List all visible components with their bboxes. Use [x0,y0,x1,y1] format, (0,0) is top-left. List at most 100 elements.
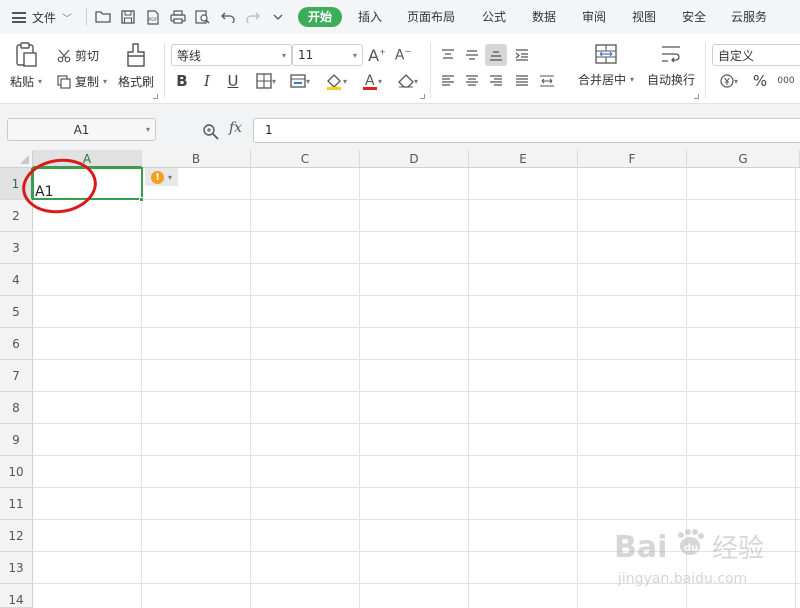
merge-center-label: 合并居中 [578,73,627,87]
row-header-4[interactable]: 4 [0,264,33,296]
align-right-icon[interactable] [485,70,507,92]
tab-page-layout[interactable]: 页面布局 [407,9,455,25]
column-header-c[interactable]: C [251,150,360,168]
column-header-e[interactable]: E [469,150,578,168]
align-bottom-icon[interactable] [485,44,507,66]
open-folder-icon[interactable] [95,9,111,25]
svg-text:A: A [365,73,375,89]
tab-security[interactable]: 安全 [682,9,706,25]
export-pdf-icon[interactable]: PDF [145,9,161,25]
fill-color-button[interactable]: ▾ [320,70,352,92]
row-header-13[interactable]: 13 [0,552,33,584]
row-header-8[interactable]: 8 [0,392,33,424]
tab-home[interactable]: 开始 [298,7,343,27]
row-header-14[interactable]: 14 [0,584,33,608]
name-box[interactable]: A1 ▾ [7,118,156,141]
row-header-10[interactable]: 10 [0,456,33,488]
column-header-b[interactable]: B [142,150,251,168]
borders-button[interactable]: ▾ [250,70,282,92]
clear-format-button[interactable]: ▾ [392,70,424,92]
ribbon-home: 粘贴 ▾ 剪切 复制 ▾ 格式刷 等线 ▾ 11 ▾ A+ A− B I U ▾… [0,34,800,104]
gridline [33,295,800,296]
row-header-7[interactable]: 7 [0,360,33,392]
decrease-font-size-icon[interactable]: A− [392,44,414,66]
row-header-2[interactable]: 2 [0,200,33,232]
percent-button[interactable]: % [749,70,771,92]
gridline [33,519,800,520]
align-middle-icon[interactable] [461,44,483,66]
clipboard-group-launcher[interactable] [153,94,158,99]
tab-insert[interactable]: 插入 [358,9,382,25]
font-size-combo[interactable]: 11 ▾ [292,44,363,66]
number-format-combo[interactable]: 自定义 [712,44,800,66]
cell-style-icon [290,74,306,88]
wrap-text-button[interactable]: 自动换行 [647,42,695,88]
tab-cloud-service[interactable]: 云服务 [731,9,767,25]
save-icon[interactable] [120,9,136,25]
row-header-6[interactable]: 6 [0,328,33,360]
indent-icon[interactable] [511,44,533,66]
font-size-value: 11 [298,48,314,62]
currency-button[interactable]: ▾ [714,70,744,92]
error-check-button[interactable]: ! ▾ [145,168,178,186]
print-preview-icon[interactable] [195,9,211,25]
divider [430,42,431,98]
row-header-12[interactable]: 12 [0,520,33,552]
copy-button[interactable]: 复制 ▾ [57,73,107,90]
copy-icon [57,74,71,89]
row-header-11[interactable]: 11 [0,488,33,520]
formula-input[interactable]: 1 [253,118,800,143]
row-header-9[interactable]: 9 [0,424,33,456]
file-menu[interactable]: 文件 ﹀ [12,8,72,26]
font-color-button[interactable]: A ▾ [356,70,388,92]
font-name-value: 等线 [177,48,202,63]
scissors-icon [57,49,71,62]
increase-font-size-icon[interactable]: A+ [366,44,388,66]
select-all-button[interactable] [0,150,33,168]
zoom-formula-icon[interactable] [202,123,219,140]
fill-handle[interactable] [139,197,144,202]
hamburger-icon [12,11,26,23]
insert-function-button[interactable]: fx [229,120,242,136]
paste-button[interactable]: 粘贴 ▾ [10,42,42,90]
customize-toolbar-icon[interactable] [270,9,286,25]
align-center-icon[interactable] [461,70,483,92]
column-header-g[interactable]: G [687,150,800,168]
tab-view[interactable]: 视图 [632,9,656,25]
merge-cells-icon [595,44,617,64]
justify-icon[interactable] [511,70,533,92]
tab-review[interactable]: 审阅 [582,9,606,25]
underline-button[interactable]: U [222,70,244,92]
tab-formulas[interactable]: 公式 [482,9,506,25]
gridline [33,359,800,360]
undo-icon[interactable] [220,9,236,25]
thousands-separator-button[interactable]: 000 [775,70,797,92]
cell-style-button[interactable]: ▾ [284,70,316,92]
menu-bar: 文件 ﹀ PDF 开始 插入 页面布局 公式 数据 审阅 视图 安全 云服务 [0,0,800,34]
italic-button[interactable]: I [196,70,218,92]
column-header-d[interactable]: D [360,150,469,168]
file-menu-label: 文件 [32,10,57,25]
font-group-launcher[interactable] [420,94,425,99]
bold-button[interactable]: B [171,70,193,92]
alignment-group-launcher[interactable] [694,94,699,99]
redo-icon[interactable] [245,9,261,25]
copy-label: 复制 [75,75,100,89]
font-name-combo[interactable]: 等线 ▾ [171,44,292,66]
merge-center-button[interactable]: 合并居中 ▾ [578,42,634,88]
print-icon[interactable] [170,9,186,25]
cut-button[interactable]: 剪切 [57,47,99,64]
chevron-down-icon: ▾ [38,77,43,86]
cut-label: 剪切 [75,49,100,63]
row-header-5[interactable]: 5 [0,296,33,328]
align-left-icon[interactable] [437,70,459,92]
row-header-3[interactable]: 3 [0,232,33,264]
column-header-f[interactable]: F [578,150,687,168]
tab-data[interactable]: 数据 [532,9,556,25]
svg-text:Bai: Bai [614,530,667,565]
format-painter-button[interactable]: 格式刷 [118,42,154,90]
gridline [33,391,800,392]
gridline [795,168,796,608]
distributed-align-icon[interactable] [536,70,558,92]
align-top-icon[interactable] [437,44,459,66]
